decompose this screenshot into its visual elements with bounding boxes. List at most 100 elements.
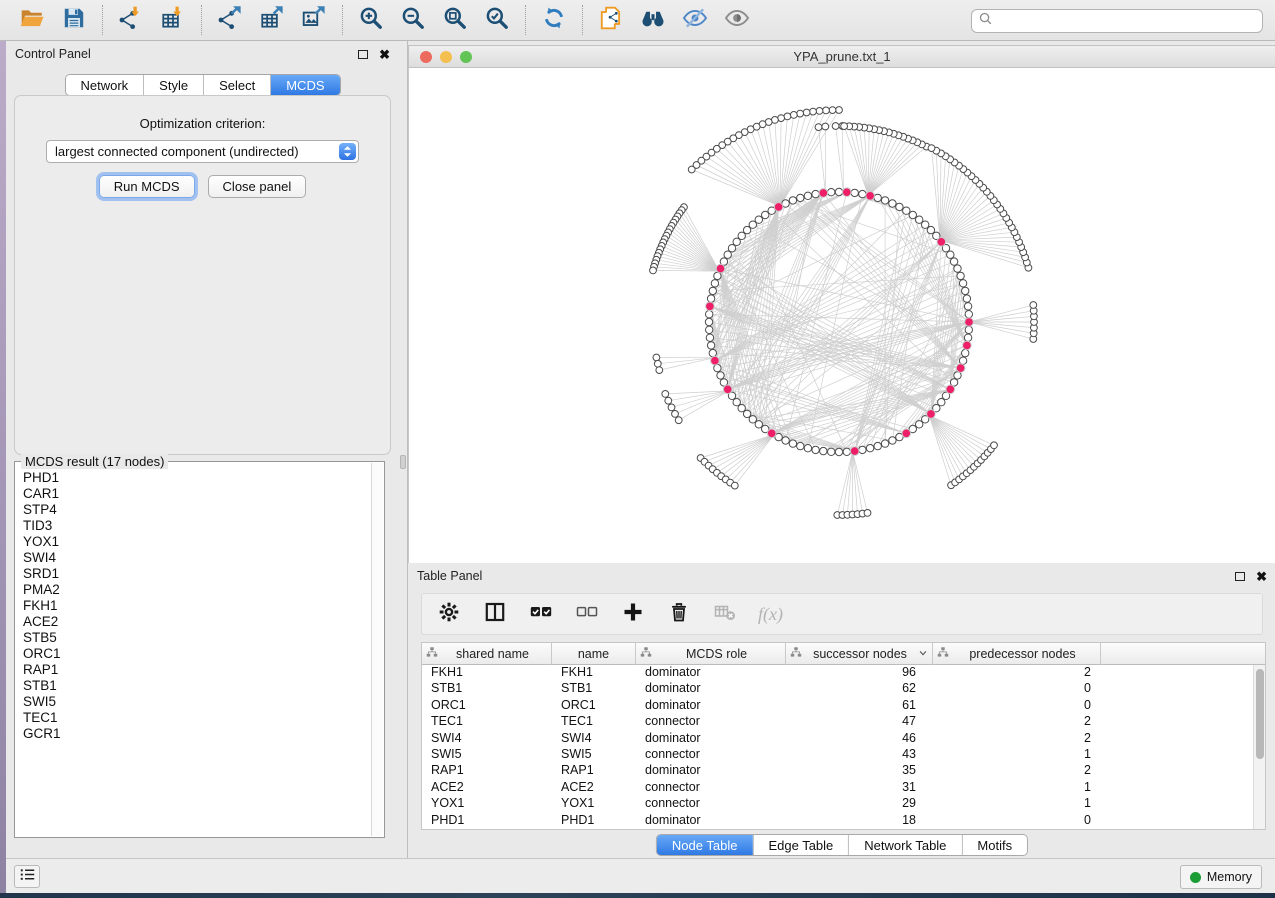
zoom-selected-button[interactable] (483, 6, 511, 34)
close-window-icon[interactable] (420, 51, 432, 63)
column-header-mcds_role[interactable]: MCDS role (636, 643, 786, 665)
maximize-window-icon[interactable] (460, 51, 472, 63)
memory-status-icon (1190, 872, 1201, 883)
mcds-button-row: Run MCDS Close panel (15, 175, 390, 198)
select-all-button[interactable] (528, 601, 554, 627)
column-header-label: successor nodes (802, 647, 918, 661)
mcds-result-node[interactable]: ORC1 (23, 646, 370, 662)
find-button[interactable] (639, 6, 667, 34)
cell-name: ORC1 (552, 698, 636, 714)
table-row[interactable]: ACE2ACE2connector311 (422, 780, 1265, 796)
deselect-all-button[interactable] (574, 601, 600, 627)
mcds-result-node[interactable]: FKH1 (23, 598, 370, 614)
cell-predecessor_nodes: 2 (933, 665, 1101, 681)
mcds-result-node[interactable]: RAP1 (23, 662, 370, 678)
search-box[interactable] (971, 9, 1263, 33)
export-network-button[interactable] (216, 6, 244, 34)
network-view-canvas[interactable] (408, 68, 1275, 563)
tab-motifs[interactable]: Motifs (961, 835, 1027, 855)
tab-node-table[interactable]: Node Table (657, 835, 753, 855)
table-scrollbar-thumb[interactable] (1256, 669, 1264, 759)
mcds-result-node[interactable]: YOX1 (23, 534, 370, 550)
optimization-criterion-select[interactable]: largest connected component (undirected) (46, 140, 359, 163)
table-row[interactable]: ORC1ORC1dominator610 (422, 698, 1265, 714)
table-panel-tabs: Node TableEdge TableNetwork TableMotifs (656, 834, 1028, 856)
cell-predecessor_nodes: 1 (933, 796, 1101, 812)
table-row[interactable]: FKH1FKH1dominator962 (422, 665, 1265, 681)
table-row[interactable]: PHD1PHD1dominator180 (422, 813, 1265, 829)
table-row[interactable]: SWI4SWI4dominator462 (422, 731, 1265, 747)
tab-select[interactable]: Select (203, 75, 270, 95)
zoom-in-button[interactable] (357, 6, 385, 34)
table-row[interactable]: STB1STB1dominator620 (422, 681, 1265, 697)
close-panel-button[interactable]: Close panel (208, 175, 307, 198)
optimization-criterion-label: Optimization criterion: (15, 116, 390, 131)
zoom-fit-button[interactable] (441, 6, 469, 34)
mcds-result-node[interactable]: SRD1 (23, 566, 370, 582)
delete-row-button[interactable] (666, 601, 692, 627)
refresh-layout-button[interactable] (540, 6, 568, 34)
search-input[interactable] (993, 14, 1256, 28)
tab-mcds[interactable]: MCDS (270, 75, 339, 95)
table-row[interactable]: TEC1TEC1connector472 (422, 714, 1265, 730)
close-panel-icon[interactable]: ✖ (379, 48, 390, 61)
column-header-predecessor_nodes[interactable]: predecessor nodes (933, 643, 1101, 665)
task-history-button[interactable] (14, 865, 40, 888)
mcds-result-node[interactable]: TEC1 (23, 710, 370, 726)
float-window-icon[interactable] (1235, 572, 1245, 581)
cell-successor_nodes: 18 (786, 813, 933, 829)
table-scrollbar[interactable] (1253, 665, 1265, 829)
run-mcds-button[interactable]: Run MCDS (99, 175, 195, 198)
column-header-shared_name[interactable]: shared name (422, 643, 552, 665)
table-row[interactable]: RAP1RAP1dominator352 (422, 763, 1265, 779)
mcds-result-node[interactable]: PHD1 (23, 470, 370, 486)
network-window-titlebar[interactable]: YPA_prune.txt_1 (408, 45, 1275, 68)
show-all-button[interactable] (723, 6, 751, 34)
export-image-button[interactable] (300, 6, 328, 34)
mcds-result-node[interactable]: SWI5 (23, 694, 370, 710)
column-header-successor_nodes[interactable]: successor nodes (786, 643, 933, 665)
save-session-button[interactable] (60, 6, 88, 34)
mcds-result-node[interactable]: GCR1 (23, 726, 370, 742)
table-row[interactable]: SWI5SWI5connector431 (422, 747, 1265, 763)
mcds-result-node[interactable]: STB5 (23, 630, 370, 646)
tab-edge-table[interactable]: Edge Table (752, 835, 848, 855)
splitter-grip[interactable] (400, 455, 406, 469)
cell-mcds_role: connector (636, 714, 786, 730)
import-table-button[interactable] (159, 6, 187, 34)
cell-successor_nodes: 96 (786, 665, 933, 681)
shared-column-icon (790, 646, 802, 661)
mcds-result-node[interactable]: SWI4 (23, 550, 370, 566)
mcds-result-node[interactable]: STB1 (23, 678, 370, 694)
memory-button[interactable]: Memory (1180, 865, 1262, 889)
import-network-button[interactable] (117, 6, 145, 34)
hide-selected-button[interactable] (681, 6, 709, 34)
column-header-name[interactable]: name (552, 643, 636, 665)
clone-network-button[interactable] (597, 6, 625, 34)
add-row-button[interactable] (620, 601, 646, 627)
show-columns-button[interactable] (482, 601, 508, 627)
float-window-icon[interactable] (358, 50, 368, 59)
zoom-in-icon (358, 5, 384, 36)
tab-style[interactable]: Style (143, 75, 203, 95)
table-row[interactable]: YOX1YOX1connector291 (422, 796, 1265, 812)
mcds-result-list[interactable]: PHD1CAR1STP4TID3YOX1SWI4SRD1PMA2FKH1ACE2… (23, 470, 370, 835)
minimize-window-icon[interactable] (440, 51, 452, 63)
sort-down-icon[interactable] (918, 647, 928, 661)
mcds-result-node[interactable]: TID3 (23, 518, 370, 534)
tab-network-table[interactable]: Network Table (848, 835, 961, 855)
mcds-result-node[interactable]: ACE2 (23, 614, 370, 630)
network-graph[interactable] (409, 68, 1275, 563)
panel-splitter[interactable] (399, 41, 407, 858)
mcds-result-node[interactable]: CAR1 (23, 486, 370, 502)
open-file-button[interactable] (18, 6, 46, 34)
settings-button[interactable] (436, 601, 462, 627)
export-table-button[interactable] (258, 6, 286, 34)
shared-column-icon (426, 646, 438, 661)
tab-network[interactable]: Network (65, 75, 143, 95)
mcds-result-scrollbar[interactable] (371, 463, 383, 836)
mcds-result-node[interactable]: PMA2 (23, 582, 370, 598)
zoom-out-button[interactable] (399, 6, 427, 34)
mcds-result-node[interactable]: STP4 (23, 502, 370, 518)
close-panel-icon[interactable]: ✖ (1256, 570, 1267, 583)
